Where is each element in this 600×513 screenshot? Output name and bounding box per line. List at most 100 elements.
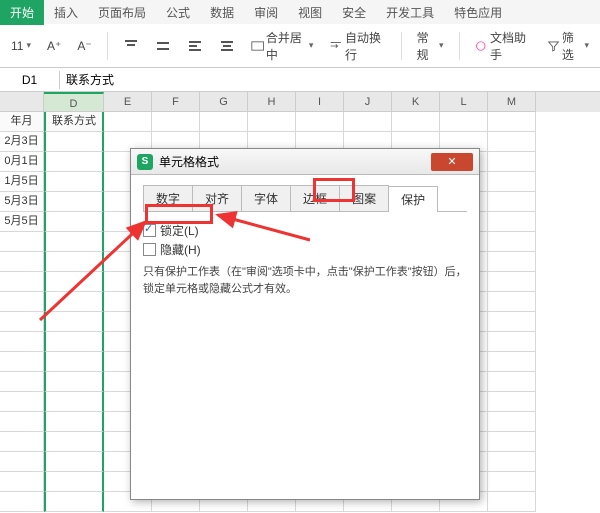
hide-checkbox[interactable] [143, 243, 156, 256]
col-header-D[interactable]: D [44, 92, 104, 112]
cell[interactable] [0, 352, 44, 372]
cell[interactable] [0, 432, 44, 452]
dlg-tab-align[interactable]: 对齐 [192, 185, 242, 211]
cell[interactable] [488, 112, 536, 132]
cell[interactable]: 1月5日 [0, 172, 44, 192]
dlg-tab-pattern[interactable]: 图案 [339, 185, 389, 211]
ribbon-tab-start[interactable]: 开始 [0, 0, 44, 25]
close-button[interactable]: ✕ [431, 153, 473, 171]
cell[interactable] [200, 112, 248, 132]
cell[interactable] [488, 252, 536, 272]
cell[interactable] [488, 452, 536, 472]
cell-D[interactable] [44, 452, 104, 472]
col-header-M[interactable]: M [488, 92, 536, 112]
ribbon-tab-3[interactable]: 公式 [156, 0, 200, 25]
cell-D[interactable] [44, 332, 104, 352]
dlg-tab-number[interactable]: 数字 [143, 185, 193, 211]
cell-D[interactable] [44, 252, 104, 272]
cell-D[interactable] [44, 212, 104, 232]
cell[interactable] [488, 192, 536, 212]
cell[interactable] [0, 332, 44, 352]
cell[interactable] [488, 172, 536, 192]
col-header-blank[interactable] [0, 92, 44, 112]
cell[interactable] [0, 492, 44, 512]
align-center-button[interactable] [214, 35, 240, 57]
ribbon-tab-1[interactable]: 插入 [44, 0, 88, 25]
cell[interactable] [488, 272, 536, 292]
cell-D[interactable]: 联系方式 [44, 112, 104, 132]
name-box[interactable]: D1 [0, 71, 60, 89]
cell[interactable] [0, 312, 44, 332]
cell[interactable]: 5月3日 [0, 192, 44, 212]
wrap-text-button[interactable]: 自动换行 [324, 26, 390, 66]
lock-checkbox-row[interactable]: 锁定(L) [143, 222, 467, 239]
cell-D[interactable] [44, 172, 104, 192]
ribbon-tab-6[interactable]: 视图 [288, 0, 332, 25]
cell-D[interactable] [44, 492, 104, 512]
cell[interactable] [488, 472, 536, 492]
cell[interactable]: 2月3日 [0, 132, 44, 152]
cell[interactable] [248, 112, 296, 132]
font-size-box[interactable]: 11▾ [6, 36, 36, 56]
cell-D[interactable] [44, 292, 104, 312]
cell[interactable] [392, 112, 440, 132]
cell[interactable]: 年月 [0, 112, 44, 132]
cell[interactable] [488, 152, 536, 172]
decrease-font-button[interactable]: A⁻ [72, 36, 96, 56]
ribbon-tab-5[interactable]: 审阅 [244, 0, 288, 25]
dlg-tab-font[interactable]: 字体 [241, 185, 291, 211]
col-header-F[interactable]: F [152, 92, 200, 112]
filter-button[interactable]: 筛选▾ [542, 26, 594, 66]
align-top-button[interactable] [118, 35, 144, 57]
col-header-H[interactable]: H [248, 92, 296, 112]
cell[interactable] [0, 292, 44, 312]
ribbon-tab-8[interactable]: 开发工具 [376, 0, 444, 25]
dialog-titlebar[interactable]: S 单元格格式 ✕ [131, 149, 479, 175]
align-left-button[interactable] [182, 35, 208, 57]
cell[interactable] [296, 112, 344, 132]
col-header-E[interactable]: E [104, 92, 152, 112]
cell[interactable] [0, 232, 44, 252]
ribbon-tab-7[interactable]: 安全 [332, 0, 376, 25]
cell-D[interactable] [44, 152, 104, 172]
dlg-tab-protect[interactable]: 保护 [388, 186, 438, 212]
ribbon-tab-9[interactable]: 特色应用 [444, 0, 512, 25]
cell[interactable] [0, 372, 44, 392]
cell-D[interactable] [44, 272, 104, 292]
align-middle-button[interactable] [150, 35, 176, 57]
cell[interactable] [344, 112, 392, 132]
cell[interactable] [488, 412, 536, 432]
ribbon-tab-4[interactable]: 数据 [200, 0, 244, 25]
lock-checkbox[interactable] [143, 224, 156, 237]
cell[interactable] [488, 232, 536, 252]
cell-D[interactable] [44, 432, 104, 452]
formula-value[interactable]: 联系方式 [60, 71, 114, 88]
col-header-L[interactable]: L [440, 92, 488, 112]
col-header-G[interactable]: G [200, 92, 248, 112]
cell-D[interactable] [44, 132, 104, 152]
cell-D[interactable] [44, 472, 104, 492]
cell[interactable] [0, 252, 44, 272]
cell-D[interactable] [44, 312, 104, 332]
hide-checkbox-row[interactable]: 隐藏(H) [143, 241, 467, 258]
cell[interactable]: 5月5日 [0, 212, 44, 232]
cell[interactable] [488, 332, 536, 352]
cell[interactable] [0, 412, 44, 432]
cell[interactable] [488, 312, 536, 332]
merge-center-button[interactable]: 合并居中▾ [246, 26, 319, 66]
cell[interactable] [488, 372, 536, 392]
col-header-J[interactable]: J [344, 92, 392, 112]
cell[interactable] [440, 112, 488, 132]
cell[interactable] [0, 272, 44, 292]
cell-D[interactable] [44, 412, 104, 432]
dlg-tab-border[interactable]: 边框 [290, 185, 340, 211]
number-format-select[interactable]: 常规▾ [412, 26, 449, 66]
cell[interactable] [488, 352, 536, 372]
increase-font-button[interactable]: A⁺ [42, 36, 66, 56]
cell[interactable] [488, 292, 536, 312]
ribbon-tab-2[interactable]: 页面布局 [88, 0, 156, 25]
cell-D[interactable] [44, 352, 104, 372]
col-header-K[interactable]: K [392, 92, 440, 112]
cell[interactable] [0, 452, 44, 472]
cell-D[interactable] [44, 372, 104, 392]
